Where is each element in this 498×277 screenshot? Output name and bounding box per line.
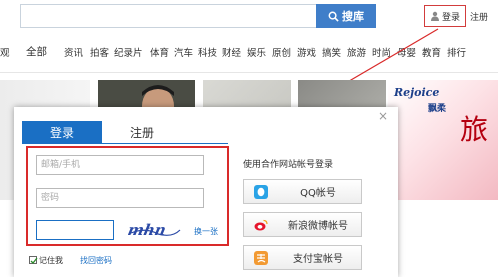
- search-icon: [328, 11, 339, 22]
- forgot-password-link[interactable]: 找回密码: [80, 255, 112, 266]
- nav-item[interactable]: 排行: [447, 45, 466, 59]
- search-input[interactable]: [20, 4, 316, 28]
- captcha-image[interactable]: mhn: [128, 221, 183, 239]
- nav-item[interactable]: 娱乐: [247, 45, 266, 59]
- account-field[interactable]: 邮箱/手机: [36, 155, 204, 175]
- weibo-login-button[interactable]: 新浪微博帐号: [243, 212, 362, 237]
- login-link-label: 登录: [441, 12, 460, 23]
- ad-banner[interactable]: Rejoice 飘柔 旅: [388, 80, 498, 200]
- nav-item[interactable]: 纪录片: [114, 45, 143, 59]
- tab-underline: [22, 143, 228, 144]
- qq-icon: [254, 185, 268, 199]
- tab-register[interactable]: 注册: [112, 121, 172, 143]
- ad-brand-cn: 飘柔: [428, 104, 447, 114]
- weibo-login-label: 新浪微博帐号: [288, 221, 348, 232]
- nav-item[interactable]: 教育: [422, 45, 441, 59]
- captcha-refresh-link[interactable]: 换一张: [194, 226, 218, 237]
- user-icon: [430, 11, 439, 21]
- nav-item[interactable]: 搞笑: [322, 45, 341, 59]
- check-icon: [30, 257, 38, 264]
- ad-brand: Rejoice: [394, 86, 440, 99]
- search-button[interactable]: 搜库: [316, 4, 376, 28]
- remember-label: 记住我: [39, 256, 63, 265]
- nav-item[interactable]: 汽车: [174, 45, 193, 59]
- weibo-icon: [254, 219, 268, 231]
- nav-item[interactable]: 观: [0, 45, 10, 59]
- login-link[interactable]: 登录: [424, 5, 466, 27]
- nav-item[interactable]: 拍客: [90, 45, 109, 59]
- channel-nav: 观 全部 资讯 拍客 纪录片 体育 汽车 科技 财经 娱乐 原创 游戏 搞笑 旅…: [0, 45, 498, 63]
- search-button-label: 搜库: [342, 10, 364, 23]
- nav-item[interactable]: 体育: [150, 45, 169, 59]
- alipay-icon: [254, 251, 268, 265]
- close-icon[interactable]: ×: [378, 110, 388, 122]
- nav-divider: [0, 72, 498, 73]
- nav-item[interactable]: 母婴: [397, 45, 416, 59]
- nav-item[interactable]: 资讯: [64, 45, 83, 59]
- alipay-login-button[interactable]: 支付宝帐号: [243, 245, 362, 270]
- nav-item[interactable]: 科技: [198, 45, 217, 59]
- remember-checkbox[interactable]: [29, 256, 38, 264]
- captcha-input[interactable]: [36, 220, 114, 240]
- nav-item[interactable]: 旅游: [347, 45, 366, 59]
- nav-item[interactable]: 原创: [272, 45, 291, 59]
- nav-item[interactable]: 游戏: [297, 45, 316, 59]
- nav-item[interactable]: 时尚: [372, 45, 391, 59]
- tab-login[interactable]: 登录: [22, 121, 102, 143]
- qq-login-button[interactable]: QQ帐号: [243, 179, 362, 204]
- partner-login-title: 使用合作网站帐号登录: [243, 160, 334, 170]
- register-link[interactable]: 注册: [470, 10, 488, 23]
- nav-item[interactable]: 财经: [222, 45, 241, 59]
- alipay-login-label: 支付宝帐号: [293, 254, 343, 265]
- qq-login-label: QQ帐号: [300, 188, 336, 199]
- ad-big-char: 旅: [460, 113, 489, 146]
- password-field[interactable]: 密码: [36, 188, 204, 208]
- nav-item-all[interactable]: 全部: [26, 44, 47, 59]
